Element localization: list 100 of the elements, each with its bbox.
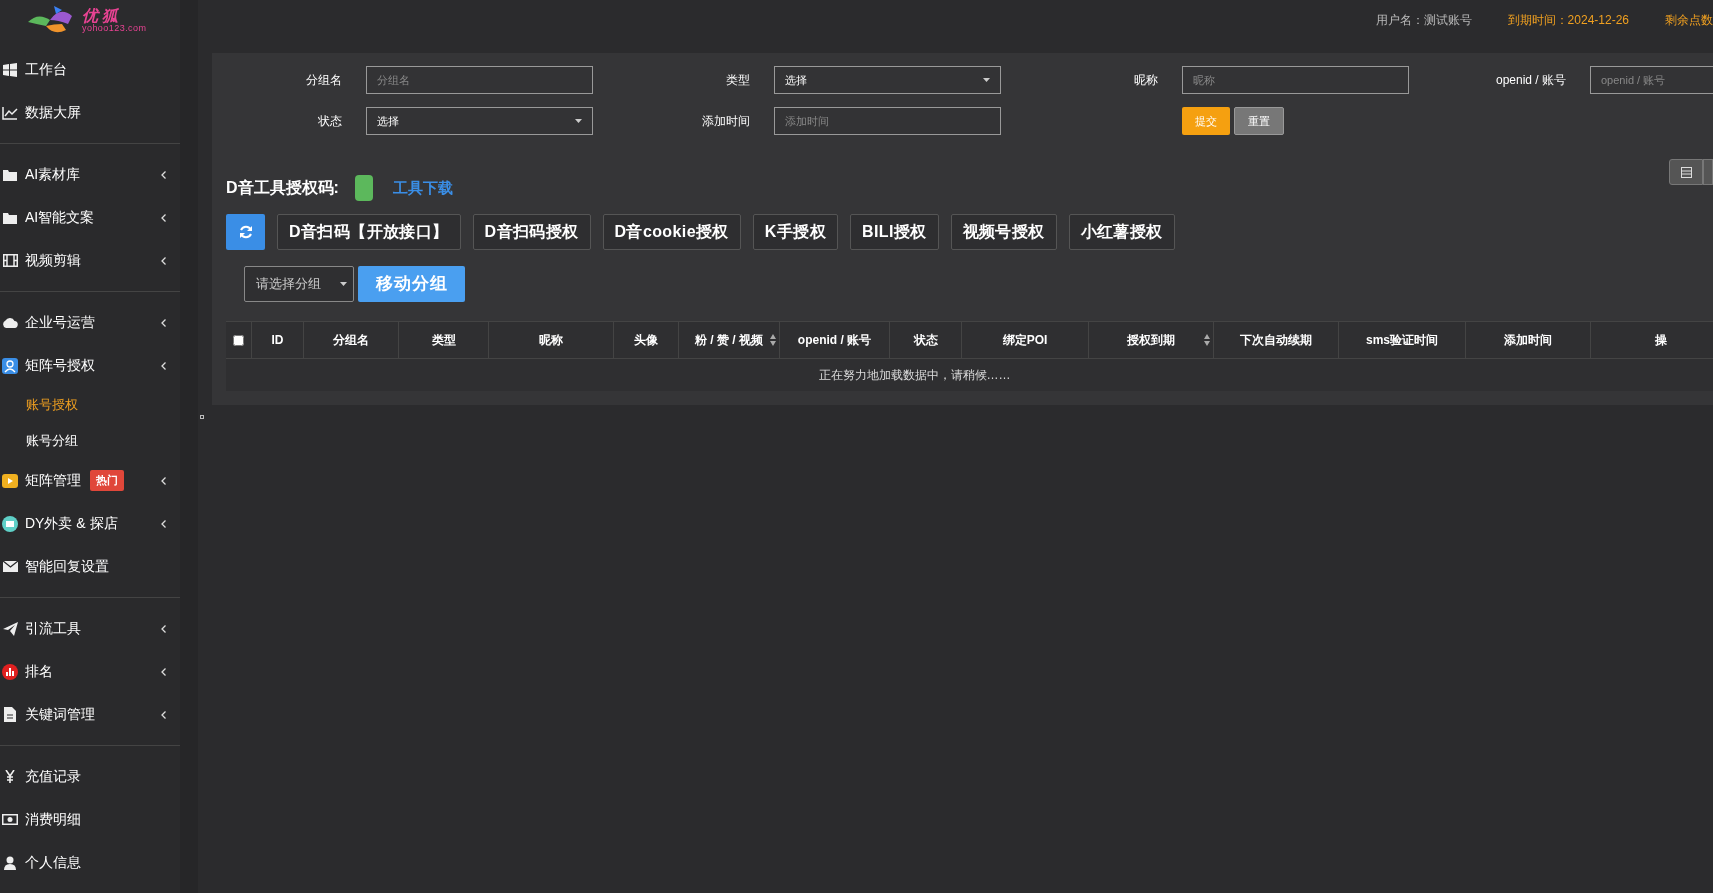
sidebar-item[interactable]: 矩阵管理 热门 [0,459,180,502]
auth-code-indicator [354,175,373,201]
input-field[interactable]: 昵称 [1182,66,1409,94]
sidebar-item[interactable]: 智能回复设置 [0,545,180,588]
yen-icon [5,770,15,783]
table-icon [1680,166,1692,178]
submenu-item[interactable]: 账号分组 [26,431,78,451]
submenu-item[interactable]: 账号授权 [26,395,78,415]
sidebar-item[interactable]: 个人信息 [0,841,180,884]
caret-icon [575,119,582,123]
line-chart-icon [2,105,18,120]
column-header: 类型 [431,332,456,349]
auth-button[interactable]: 小红薯授权 [1068,214,1175,250]
column-header: sms验证时间 [1366,332,1438,349]
sidebar-label: 智能回复设置 [25,557,109,576]
sidebar-item[interactable]: DY外卖 & 探店 [0,502,180,545]
sidebar-item[interactable]: 排名 [0,650,180,693]
refresh-icon [238,225,253,239]
filter-label: 昵称 [1133,72,1159,89]
input-field[interactable]: 分组名 [366,66,593,94]
banknote-icon [2,814,18,825]
column-header: openid / 账号 [797,332,872,349]
caret-icon [340,282,347,286]
logo-domain: yohoo123.com [82,23,147,33]
loading-message: 正在努力地加载数据中，请稍候…… [818,367,1011,384]
shop-circle-icon [2,515,18,532]
folder-icon [3,211,17,224]
caret-icon [983,78,990,82]
select-all-checkbox[interactable] [233,334,244,346]
cloud-icon [2,317,18,328]
column-header: 状态 [913,332,938,349]
column-header: 添加时间 [1504,332,1552,349]
input-field[interactable]: openid / 账号 [1590,66,1713,94]
select-field[interactable]: 选择 [366,107,593,135]
sidebar-item[interactable]: 充值记录 [0,755,180,798]
auth-button[interactable]: D音扫码【开放接口】 [277,214,461,250]
filter-label: 添加时间 [701,113,751,130]
reset-button[interactable]: 重置 [1234,107,1284,135]
sidebar-label: AI智能文案 [25,208,95,227]
document-icon [4,707,16,722]
refresh-button[interactable] [226,214,265,250]
sidebar-item[interactable]: 企业号运营 [0,301,180,344]
column-toggle-button[interactable] [1703,159,1713,185]
sidebar-label: 充值记录 [25,767,81,786]
sidebar-item[interactable]: 矩阵号授权 [0,344,180,387]
windows-icon [3,62,17,77]
auth-button[interactable]: BILI授权 [849,214,939,250]
filter-label: 状态 [317,113,343,130]
sidebar-label: DY外卖 & 探店 [25,514,118,533]
column-header: 昵称 [539,332,563,349]
table-view-button[interactable] [1669,159,1703,185]
column-header: 绑定POI [1002,332,1048,349]
auth-button[interactable]: K手授权 [752,214,838,250]
sidebar-label: 数据大屏 [25,103,81,122]
column-header: 头像 [634,332,658,349]
filter-label: openid / 账号 [1494,72,1567,89]
user-icon [4,855,16,870]
column-header: 操 [1654,332,1667,349]
sidebar-label: 个人信息 [25,853,81,872]
film-icon [2,254,18,267]
input-field[interactable]: 添加时间 [774,107,1001,135]
sidebar-item[interactable]: 数据大屏 [0,91,180,134]
sidebar-label: 关键词管理 [25,705,95,724]
paper-plane-icon [2,621,18,636]
group-select[interactable]: 请选择分组 [244,266,354,302]
expiry-date: 到期时间：2024-12-26 [1507,12,1629,29]
column-header: 粉 / 赞 / 视频 [695,332,763,349]
auth-button[interactable]: D音扫码授权 [472,214,591,250]
sidebar-label: AI素材库 [25,165,81,184]
tool-download-link[interactable]: 工具下载 [392,176,453,200]
sidebar-item[interactable]: 引流工具 [0,607,180,650]
auth-button[interactable]: 视频号授权 [950,214,1057,250]
auth-button[interactable]: D音cookie授权 [602,214,741,250]
sidebar-item[interactable]: 消费明细 [0,798,180,841]
sidebar-item[interactable]: 视频剪辑 [0,239,180,282]
points-label: 剩余点数 [1665,12,1713,29]
sidebar-item[interactable]: 关键词管理 [0,693,180,736]
sort-icon[interactable] [1204,334,1210,346]
sidebar-label: 排名 [25,662,53,681]
logo-name: 优 狐 [82,7,119,24]
username-text: 用户名：测试账号 [1375,12,1472,29]
user-badge-icon [2,357,18,374]
hot-badge: 热门 [90,470,124,491]
filter-label: 分组名 [305,72,343,89]
column-header: 下次自动续期 [1240,332,1312,349]
sidebar-label: 矩阵管理 [25,471,81,490]
sidebar-item[interactable]: AI素材库 [0,153,180,196]
sidebar-label: 视频剪辑 [25,251,81,270]
select-field[interactable]: 选择 [774,66,1001,94]
sort-icon[interactable] [770,334,776,346]
sidebar-item[interactable]: 工作台 [0,48,180,91]
sidebar-label: 企业号运营 [25,313,95,332]
folder-icon [3,168,17,181]
column-header: 分组名 [333,332,369,349]
sidebar-item[interactable]: AI智能文案 [0,196,180,239]
filter-label: 类型 [725,72,751,89]
bar-chart-icon [2,663,18,680]
sidebar-label: 引流工具 [25,619,81,638]
column-header: 授权到期 [1127,332,1175,349]
play-badge-icon [2,473,18,488]
